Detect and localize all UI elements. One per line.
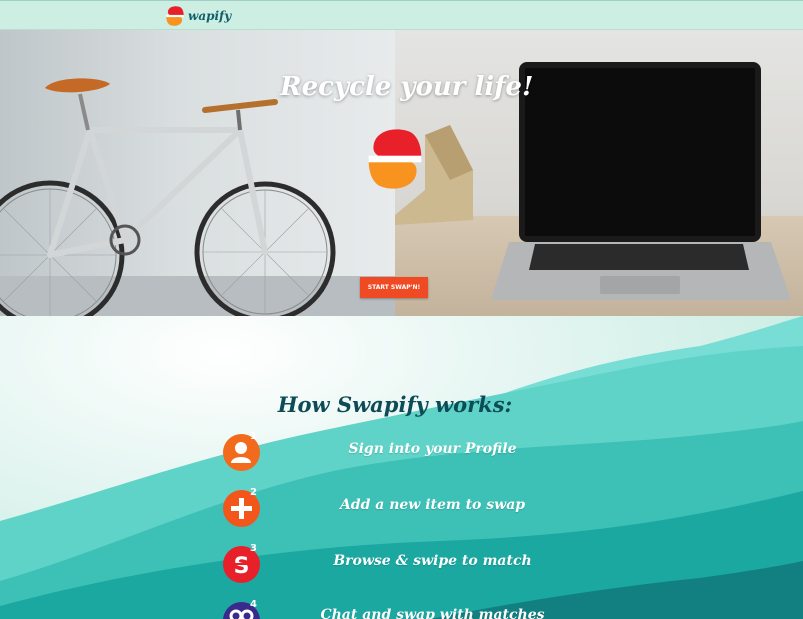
step-number: 2: [250, 487, 257, 498]
start-swapping-button[interactable]: START SWAP'N!: [360, 277, 428, 298]
svg-text:S: S: [234, 554, 250, 579]
step-label: Sign into your Profile: [348, 441, 517, 457]
step-item: 4 Chat and swap with matches: [0, 599, 803, 619]
step-label: Browse & swipe to match: [333, 553, 532, 569]
swapify-hero-logo-icon: [368, 129, 422, 189]
step-number: 4: [250, 599, 257, 610]
step-label: Chat and swap with matches: [320, 607, 545, 619]
step-number: 3: [250, 543, 257, 554]
step-item: 1 Sign into your Profile: [0, 431, 803, 474]
top-navbar: wapify: [0, 0, 803, 30]
swapify-logo-icon: [166, 6, 184, 26]
hero-banner: Recycle your life! START SWAP'N!: [0, 30, 803, 316]
step-number: 1: [250, 431, 257, 442]
brand-name: wapify: [188, 9, 232, 23]
step-item: 2 Add a new item to swap: [0, 487, 803, 530]
step-label: Add a new item to swap: [339, 497, 526, 513]
step-item: S 3 Browse & swipe to match: [0, 543, 803, 586]
brand-logo[interactable]: wapify: [164, 4, 231, 28]
how-it-works-title: How Swapify works:: [277, 392, 513, 417]
hero-title: Recycle your life!: [280, 72, 534, 102]
how-it-works-section: How Swapify works: 1 Sign into your Prof…: [0, 316, 803, 619]
